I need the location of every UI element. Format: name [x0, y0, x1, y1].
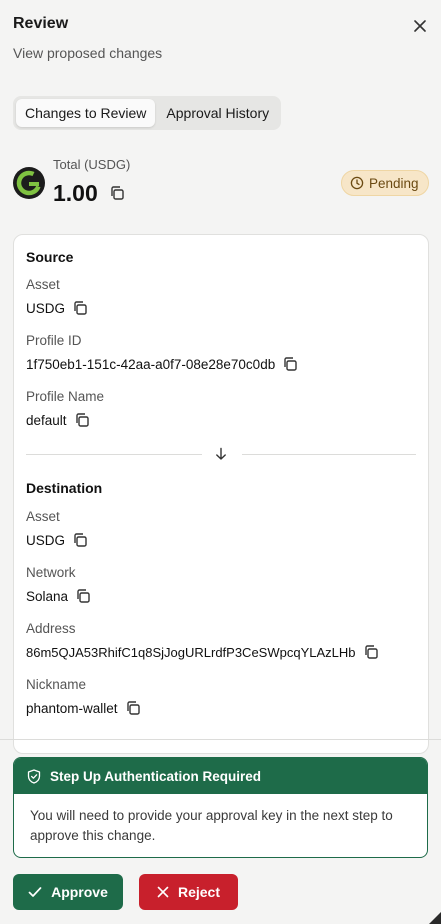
total-label: Total (USDG): [53, 157, 131, 172]
copy-icon[interactable]: [72, 300, 88, 316]
destination-title: Destination: [26, 480, 103, 496]
usdg-logo-icon: [13, 167, 45, 199]
network-label: Network: [26, 565, 76, 580]
status-badge: Pending: [341, 170, 429, 196]
approve-button-label: Approve: [51, 884, 108, 900]
nickname-value: phantom-wallet: [26, 700, 141, 716]
panel-title: Review: [13, 15, 69, 32]
tab-changes-to-review[interactable]: Changes to Review: [16, 99, 156, 127]
source-asset-text: USDG: [26, 300, 66, 316]
copy-icon[interactable]: [72, 532, 88, 548]
copy-icon[interactable]: [75, 588, 91, 604]
profile-id-text: 1f750eb1-151c-42aa-a0f7-08e28e70c0db: [26, 356, 276, 372]
divider-right: [242, 454, 416, 455]
profile-name-value: default: [26, 412, 90, 428]
close-button[interactable]: [410, 16, 430, 36]
divider-left: [26, 454, 202, 455]
copy-icon[interactable]: [74, 412, 90, 428]
address-label: Address: [26, 621, 76, 636]
copy-icon[interactable]: [363, 644, 379, 660]
copy-icon[interactable]: [125, 700, 141, 716]
auth-notice-header: Step Up Authentication Required: [14, 758, 427, 794]
network-text: Solana: [26, 588, 69, 604]
shield-check-icon: [27, 768, 41, 784]
step-up-auth-notice: Step Up Authentication Required You will…: [13, 757, 428, 858]
nickname-label: Nickname: [26, 677, 87, 692]
address-text: 86m5QJA53RhifC1q8SjJogURLrdfP3CeSWpcqYLA…: [26, 644, 356, 660]
panel-subtitle: View proposed changes: [13, 45, 163, 61]
source-asset-label: Asset: [26, 277, 60, 292]
window-corner: [429, 912, 441, 924]
copy-icon[interactable]: [109, 185, 125, 201]
reject-button[interactable]: Reject: [139, 874, 238, 910]
tab-bar: Changes to Review Approval History: [13, 96, 282, 130]
tab-approval-history[interactable]: Approval History: [157, 99, 278, 127]
arrow-down-icon: [216, 447, 226, 460]
reject-button-label: Reject: [177, 884, 221, 900]
approve-button[interactable]: Approve: [13, 874, 123, 910]
review-panel: Review View proposed changes Changes to …: [0, 0, 441, 924]
status-badge-label: Pending: [369, 175, 419, 191]
profile-id-label: Profile ID: [26, 333, 82, 348]
profile-id-value: 1f750eb1-151c-42aa-a0f7-08e28e70c0db: [26, 356, 298, 372]
footer-divider: [0, 739, 441, 740]
total-value: 1.00: [53, 180, 98, 206]
check-icon: [28, 887, 42, 897]
destination-asset-label: Asset: [26, 509, 60, 524]
clock-icon: [350, 176, 364, 190]
copy-icon[interactable]: [282, 356, 298, 372]
x-icon: [157, 886, 169, 898]
auth-notice-message: You will need to provide your approval k…: [30, 808, 393, 843]
address-value: 86m5QJA53RhifC1q8SjJogURLrdfP3CeSWpcqYLA…: [26, 644, 379, 660]
changes-card[interactable]: Source Asset USDG Profile ID 1f750eb1-15…: [13, 234, 429, 754]
source-asset-value: USDG: [26, 300, 88, 316]
close-icon: [414, 20, 426, 32]
nickname-text: phantom-wallet: [26, 700, 118, 716]
destination-asset-text: USDG: [26, 532, 66, 548]
auth-notice-title: Step Up Authentication Required: [50, 768, 262, 784]
profile-name-text: default: [26, 412, 67, 428]
network-value: Solana: [26, 588, 91, 604]
destination-asset-value: USDG: [26, 532, 88, 548]
source-title: Source: [26, 249, 74, 265]
profile-name-label: Profile Name: [26, 389, 105, 404]
